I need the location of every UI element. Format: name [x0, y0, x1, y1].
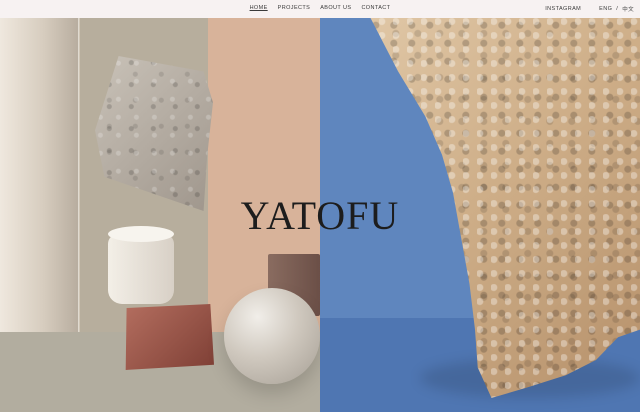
- page: HOME PROJECTS ABOUT US CONTACT INSTAGRAM…: [0, 0, 640, 412]
- brand-title: YATOFU: [240, 193, 400, 238]
- language-english-link[interactable]: ENG: [599, 6, 612, 12]
- hero-column-pillar: [0, 18, 79, 358]
- primary-nav: HOME PROJECTS ABOUT US CONTACT: [0, 5, 640, 11]
- nav-contact-link[interactable]: CONTACT: [361, 5, 390, 11]
- header-right-links: INSTAGRAM ENG / 中文: [545, 5, 634, 13]
- hero-stone-sphere: [224, 288, 320, 384]
- top-navigation-bar: HOME PROJECTS ABOUT US CONTACT INSTAGRAM…: [0, 0, 640, 18]
- nav-home-link[interactable]: HOME: [250, 5, 268, 11]
- instagram-link[interactable]: INSTAGRAM: [545, 6, 581, 12]
- hero-red-brick: [125, 304, 214, 370]
- language-separator: /: [616, 6, 619, 12]
- hero-white-cylinder: [108, 226, 174, 304]
- nav-projects-link[interactable]: PROJECTS: [278, 5, 311, 11]
- nav-about-us-link[interactable]: ABOUT US: [320, 5, 351, 11]
- language-chinese-link[interactable]: 中文: [622, 5, 634, 13]
